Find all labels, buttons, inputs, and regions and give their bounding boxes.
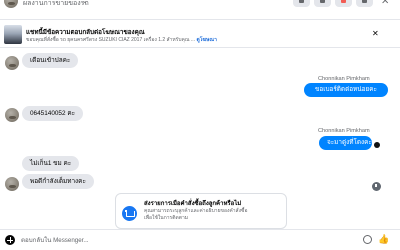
contact-avatar[interactable] <box>5 56 19 70</box>
scroll-down-button[interactable] <box>372 182 381 191</box>
ad-subtitle-text: ขอบคุณที่สั่งซื้อ รถ ยุคนครศรีดรง SUZUKI… <box>26 37 196 43</box>
like-icon[interactable]: 👍 <box>378 234 389 245</box>
ad-banner: แชทนี้มีข้อความตอบกลับต่อโฆษณาของคุณ ขอบ… <box>0 21 400 48</box>
header-action-button[interactable] <box>293 0 310 7</box>
contact-avatar[interactable] <box>5 177 19 191</box>
conversation-header: ผลงานการขายของรถ ⌄ ✕ <box>0 0 400 20</box>
order-suggestion-body: คุณสามารถระบุลูกค้าและค่าอธิบายของคำสั่ง… <box>144 208 247 222</box>
order-suggestion-title: ส่งรายการเมือคำสั่งซื้อถึงลูกค้าหรือไม่ <box>144 201 242 207</box>
ad-thumbnail[interactable] <box>4 25 22 44</box>
view-ad-link[interactable]: ดูโฆษณา <box>196 37 216 43</box>
message-input[interactable] <box>21 233 351 247</box>
header-action-button[interactable] <box>356 0 373 7</box>
order-suggestion-card[interactable]: ส่งรายการเมือคำสั่งซื้อถึงลูกค้าหรือไม่ … <box>115 193 287 229</box>
message-bubble-incoming[interactable]: เดือนเข้าปลคะ <box>22 53 79 68</box>
contact-avatar[interactable] <box>4 0 18 8</box>
message-composer: 👍 <box>0 229 400 250</box>
ad-subtitle: ขอบคุณที่สั่งซื้อ รถ ยุคนครศรีดรง SUZUKI… <box>26 36 217 44</box>
shopping-cart-icon <box>122 206 137 221</box>
contact-avatar[interactable] <box>5 108 19 122</box>
message-bubble-outgoing[interactable]: จะมาดู่งที่โดงคะ <box>319 136 372 150</box>
message-bubble-incoming[interactable]: ไม่เก็น1 ขม คะ <box>22 156 80 171</box>
sender-name: Chonnikan Pimkham <box>318 128 370 134</box>
contact-name[interactable]: ผลงานการขายของรถ <box>23 0 89 9</box>
message-bubble-incoming[interactable]: 0645140052 คะ <box>22 106 84 121</box>
header-action-button[interactable] <box>335 0 352 7</box>
header-action-button[interactable] <box>314 0 331 7</box>
message-bubble-outgoing[interactable]: ขอเบอร์ติดต่อหน่อยคะ <box>304 83 388 97</box>
emoji-icon[interactable] <box>363 235 372 244</box>
chevron-down-icon[interactable]: ⌄ <box>82 0 88 5</box>
close-icon[interactable]: ✕ <box>381 0 389 7</box>
close-icon[interactable]: ✕ <box>372 29 379 38</box>
message-bubble-incoming[interactable]: พอดีกำลังเต็มทางคะ <box>22 174 94 189</box>
read-receipt-icon <box>374 142 380 148</box>
order-suggestion-line: เพื่อใช้ในการติดตาม <box>144 215 189 221</box>
add-attachment-icon[interactable] <box>5 235 15 245</box>
order-suggestion-line: คุณสามารถระบุลูกค้าและค่าอธิบายของคำสั่ง… <box>144 208 248 214</box>
sender-name: Chonnikan Pimkham <box>318 76 370 82</box>
